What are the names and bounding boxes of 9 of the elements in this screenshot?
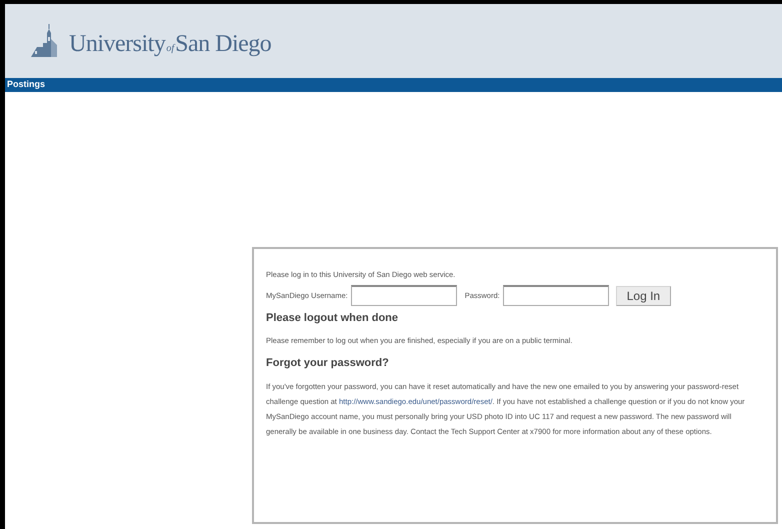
username-field[interactable] [350,285,457,306]
logo-text: San Diego [175,30,272,59]
nav-link[interactable]: Postings [7,78,46,92]
login-button[interactable]: Log In [616,286,672,306]
section-heading: Please logout when done [266,311,400,326]
section-heading: Forgot your password? [266,356,390,371]
logo-text: of [166,42,174,56]
logo-text: University [69,30,166,59]
password-field[interactable] [502,285,609,306]
